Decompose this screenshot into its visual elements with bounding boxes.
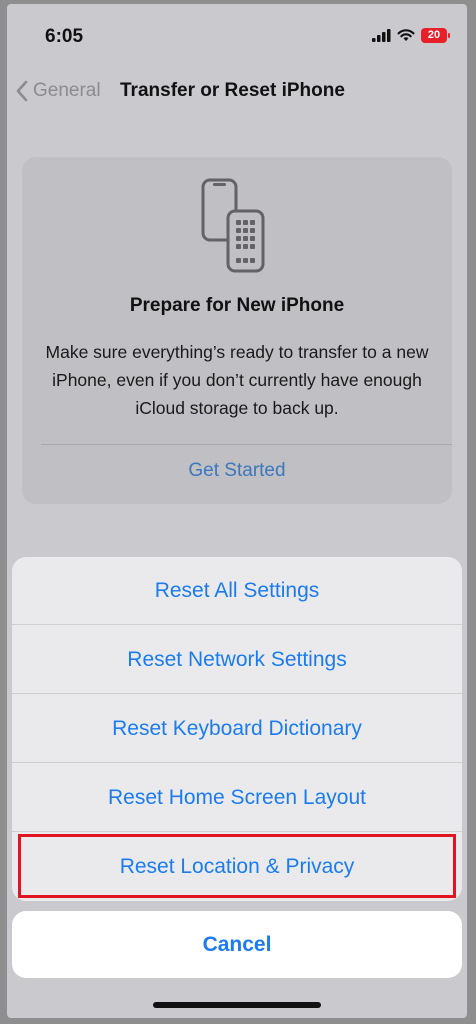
- battery-icon: 20: [421, 27, 450, 43]
- status-bar: 6:05 20: [7, 4, 467, 64]
- reset-location-privacy-option[interactable]: Reset Location & Privacy: [12, 833, 462, 901]
- status-time: 6:05: [45, 26, 84, 47]
- home-indicator: [153, 1002, 321, 1008]
- get-started-button[interactable]: Get Started: [22, 460, 452, 482]
- prepare-title: Prepare for New iPhone: [129, 295, 345, 316]
- back-label: General: [33, 80, 101, 101]
- cancel-button[interactable]: Cancel: [12, 911, 462, 978]
- reset-network-settings-option[interactable]: Reset Network Settings: [12, 626, 462, 694]
- reset-all-settings-option[interactable]: Reset All Settings: [12, 557, 462, 625]
- wifi-icon: [397, 29, 415, 41]
- chevron-left-icon: [16, 80, 28, 102]
- page-title: Transfer or Reset iPhone: [120, 80, 345, 101]
- reset-keyboard-dictionary-option[interactable]: Reset Keyboard Dictionary: [12, 695, 462, 763]
- prepare-description: Make sure everything’s ready to transfer…: [45, 342, 429, 418]
- reset-action-sheet: Reset All Settings Reset Network Setting…: [12, 557, 462, 901]
- card-divider: [41, 444, 452, 445]
- navigation-bar: General Transfer or Reset iPhone: [7, 74, 467, 114]
- phones-transfer-icon: [201, 178, 265, 273]
- status-icons: 20: [372, 26, 450, 44]
- reset-home-screen-layout-option[interactable]: Reset Home Screen Layout: [12, 764, 462, 832]
- cellular-signal-icon: [372, 28, 391, 42]
- phone-screen: 6:05 20 General Transfer or Reset iPhone: [7, 4, 467, 1018]
- back-button[interactable]: General: [15, 80, 101, 102]
- prepare-card: Prepare for New iPhone Make sure everyth…: [22, 157, 452, 504]
